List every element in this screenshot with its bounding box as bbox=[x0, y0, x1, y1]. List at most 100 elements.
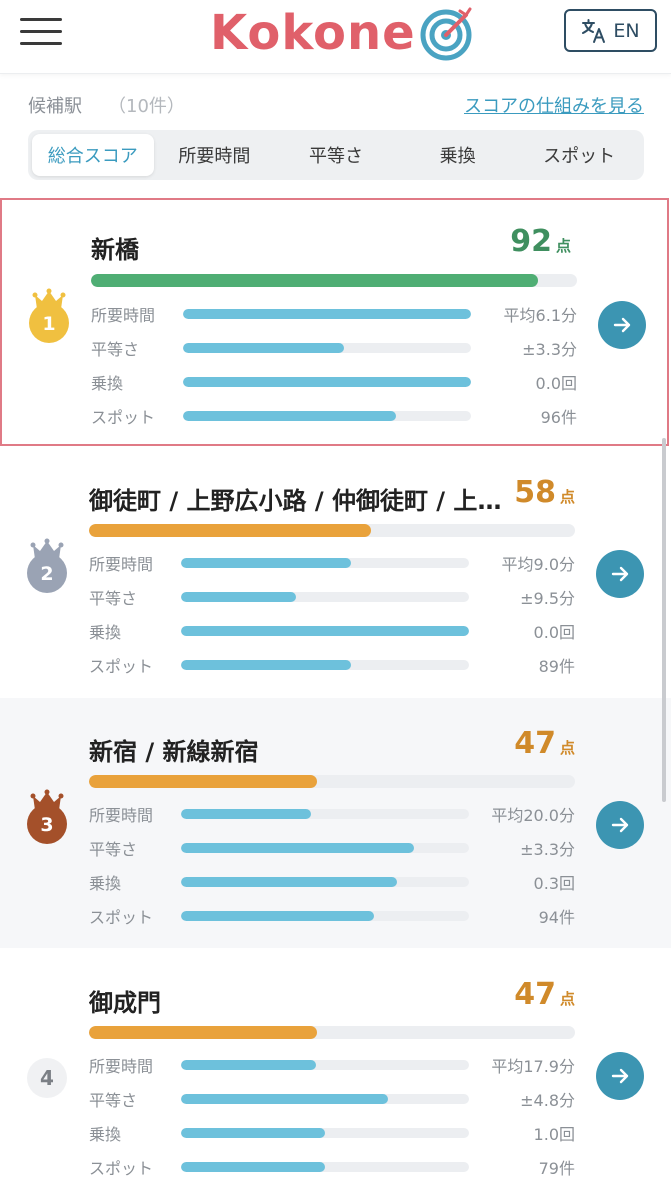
metric-fairness: 平等さ ±3.3分 bbox=[89, 836, 575, 860]
metric-bar bbox=[181, 558, 469, 568]
metric-travel-time: 所要時間 平均6.1分 bbox=[91, 302, 577, 326]
metric-transfers: 乗換 0.0回 bbox=[89, 619, 575, 643]
station-card[interactable]: 3 新宿 / 新線新宿 47 点 所要時間 平均20.0分 平等さ ±3.3分 乗… bbox=[0, 698, 671, 948]
score-unit: 点 bbox=[559, 990, 575, 1008]
language-button[interactable]: EN bbox=[564, 9, 657, 52]
candidate-title: 候補駅 bbox=[28, 96, 82, 117]
arrow-right-icon bbox=[613, 317, 631, 333]
metric-value: 89件 bbox=[538, 657, 575, 676]
rank-badge: 4 bbox=[27, 1058, 67, 1098]
metric-value: ±4.8分 bbox=[520, 1091, 575, 1110]
app-header: Kokone EN bbox=[0, 0, 671, 74]
score-unit: 点 bbox=[559, 488, 575, 506]
arrow-right-icon bbox=[611, 1068, 629, 1084]
station-card[interactable]: 4 御成門 47 点 所要時間 平均17.9分 平等さ ±4.8分 乗換 1.0回… bbox=[0, 949, 671, 1200]
metric-travel-time: 所要時間 平均17.9分 bbox=[89, 1053, 575, 1077]
metric-label: 所要時間 bbox=[89, 555, 154, 574]
metric-value: 平均20.0分 bbox=[491, 806, 575, 825]
metric-bar bbox=[183, 377, 471, 387]
rank-number: 3 bbox=[40, 814, 53, 836]
total-score-fill bbox=[89, 1026, 318, 1039]
open-station-button[interactable] bbox=[596, 1052, 644, 1100]
open-station-button[interactable] bbox=[596, 801, 644, 849]
metric-value: 0.0回 bbox=[535, 374, 577, 393]
station-card[interactable]: 2 御徒町 / 上野広小路 / 仲御徒町 / 上野御徒町 58点 所要時間 平均… bbox=[0, 447, 671, 697]
tab-spots[interactable]: スポット bbox=[518, 134, 640, 176]
metric-bar bbox=[181, 911, 469, 921]
metric-fill bbox=[181, 1060, 317, 1070]
metric-fill bbox=[183, 309, 471, 319]
translate-icon bbox=[582, 18, 606, 43]
open-station-button[interactable] bbox=[596, 550, 644, 598]
station-card[interactable]: 1 新橋 92 点 所要時間 平均6.1分 平等さ ±3.3分 乗換 0.0回 ス… bbox=[0, 198, 669, 446]
total-score-bar bbox=[89, 524, 575, 537]
metric-bar bbox=[183, 411, 471, 421]
total-score-fill bbox=[89, 775, 318, 788]
metric-label: 平等さ bbox=[89, 589, 138, 608]
open-station-button[interactable] bbox=[598, 301, 646, 349]
station-score: 92 点 bbox=[510, 224, 571, 259]
metric-label: スポット bbox=[89, 657, 154, 676]
target-icon bbox=[420, 7, 472, 61]
station-name: 新宿 / 新線新宿 bbox=[89, 738, 259, 766]
tab-transfers[interactable]: 乗換 bbox=[397, 134, 519, 176]
scrollbar[interactable] bbox=[662, 438, 666, 802]
metric-value: 96件 bbox=[540, 408, 577, 427]
metric-spots: スポット 96件 bbox=[91, 404, 577, 428]
rank-number: 2 bbox=[40, 563, 53, 585]
metric-travel-time: 所要時間 平均20.0分 bbox=[89, 802, 575, 826]
metric-fill bbox=[181, 1094, 389, 1104]
metric-bar bbox=[181, 1094, 469, 1104]
metric-fill bbox=[181, 809, 311, 819]
tab-total-score[interactable]: 総合スコア bbox=[32, 134, 154, 176]
arrow-right-icon bbox=[611, 817, 629, 833]
metric-spots: スポット 94件 bbox=[89, 904, 575, 928]
metric-bar bbox=[183, 309, 471, 319]
candidate-header: 候補駅 （10件） スコアの仕組みを見る bbox=[28, 92, 644, 120]
metric-label: 所要時間 bbox=[89, 1057, 154, 1076]
metric-fill bbox=[181, 843, 415, 853]
metric-value: ±9.5分 bbox=[520, 589, 575, 608]
metric-fill bbox=[183, 377, 471, 387]
metric-value: 平均17.9分 bbox=[491, 1057, 575, 1076]
metric-label: 平等さ bbox=[91, 340, 140, 359]
station-score: 47 点 bbox=[514, 726, 575, 761]
metric-travel-time: 所要時間 平均9.0分 bbox=[89, 551, 575, 575]
metric-label: スポット bbox=[91, 408, 156, 427]
metric-bar bbox=[181, 877, 469, 887]
metric-fill bbox=[181, 911, 374, 921]
metric-fill bbox=[181, 1162, 325, 1172]
metric-label: 乗換 bbox=[89, 1125, 122, 1144]
metric-bar bbox=[181, 1162, 469, 1172]
metric-fill bbox=[181, 1128, 325, 1138]
score-unit: 点 bbox=[559, 739, 575, 757]
candidate-count: （10件） bbox=[108, 96, 185, 117]
metric-bar bbox=[181, 809, 469, 819]
tab-fairness[interactable]: 平等さ bbox=[275, 134, 397, 176]
metric-spots: スポット 89件 bbox=[89, 653, 575, 677]
station-score: 58 点 bbox=[514, 475, 575, 510]
logo[interactable]: Kokone bbox=[210, 2, 476, 64]
metric-fill bbox=[183, 343, 345, 353]
metric-fill bbox=[181, 877, 397, 887]
metric-transfers: 乗換 0.3回 bbox=[89, 870, 575, 894]
metric-label: 平等さ bbox=[89, 840, 138, 859]
metric-bar bbox=[183, 343, 471, 353]
total-score-fill bbox=[91, 274, 539, 287]
metric-value: 1.0回 bbox=[533, 1125, 575, 1144]
metric-label: 乗換 bbox=[89, 874, 122, 893]
rank-number: 1 bbox=[42, 313, 55, 335]
metric-spots: スポット 79件 bbox=[89, 1155, 575, 1179]
metric-fill bbox=[181, 558, 351, 568]
tab-travel-time[interactable]: 所要時間 bbox=[154, 134, 276, 176]
arrow-right-icon bbox=[611, 566, 629, 582]
metric-bar bbox=[181, 592, 469, 602]
hamburger-menu-icon[interactable] bbox=[20, 16, 62, 46]
score-explanation-link[interactable]: スコアの仕組みを見る bbox=[464, 92, 644, 118]
logo-text: Kokone bbox=[210, 5, 416, 61]
total-score-fill bbox=[89, 524, 371, 537]
metric-value: 79件 bbox=[538, 1159, 575, 1178]
metric-label: 所要時間 bbox=[89, 806, 154, 825]
metric-fill bbox=[181, 626, 469, 636]
metric-label: 乗換 bbox=[89, 623, 122, 642]
